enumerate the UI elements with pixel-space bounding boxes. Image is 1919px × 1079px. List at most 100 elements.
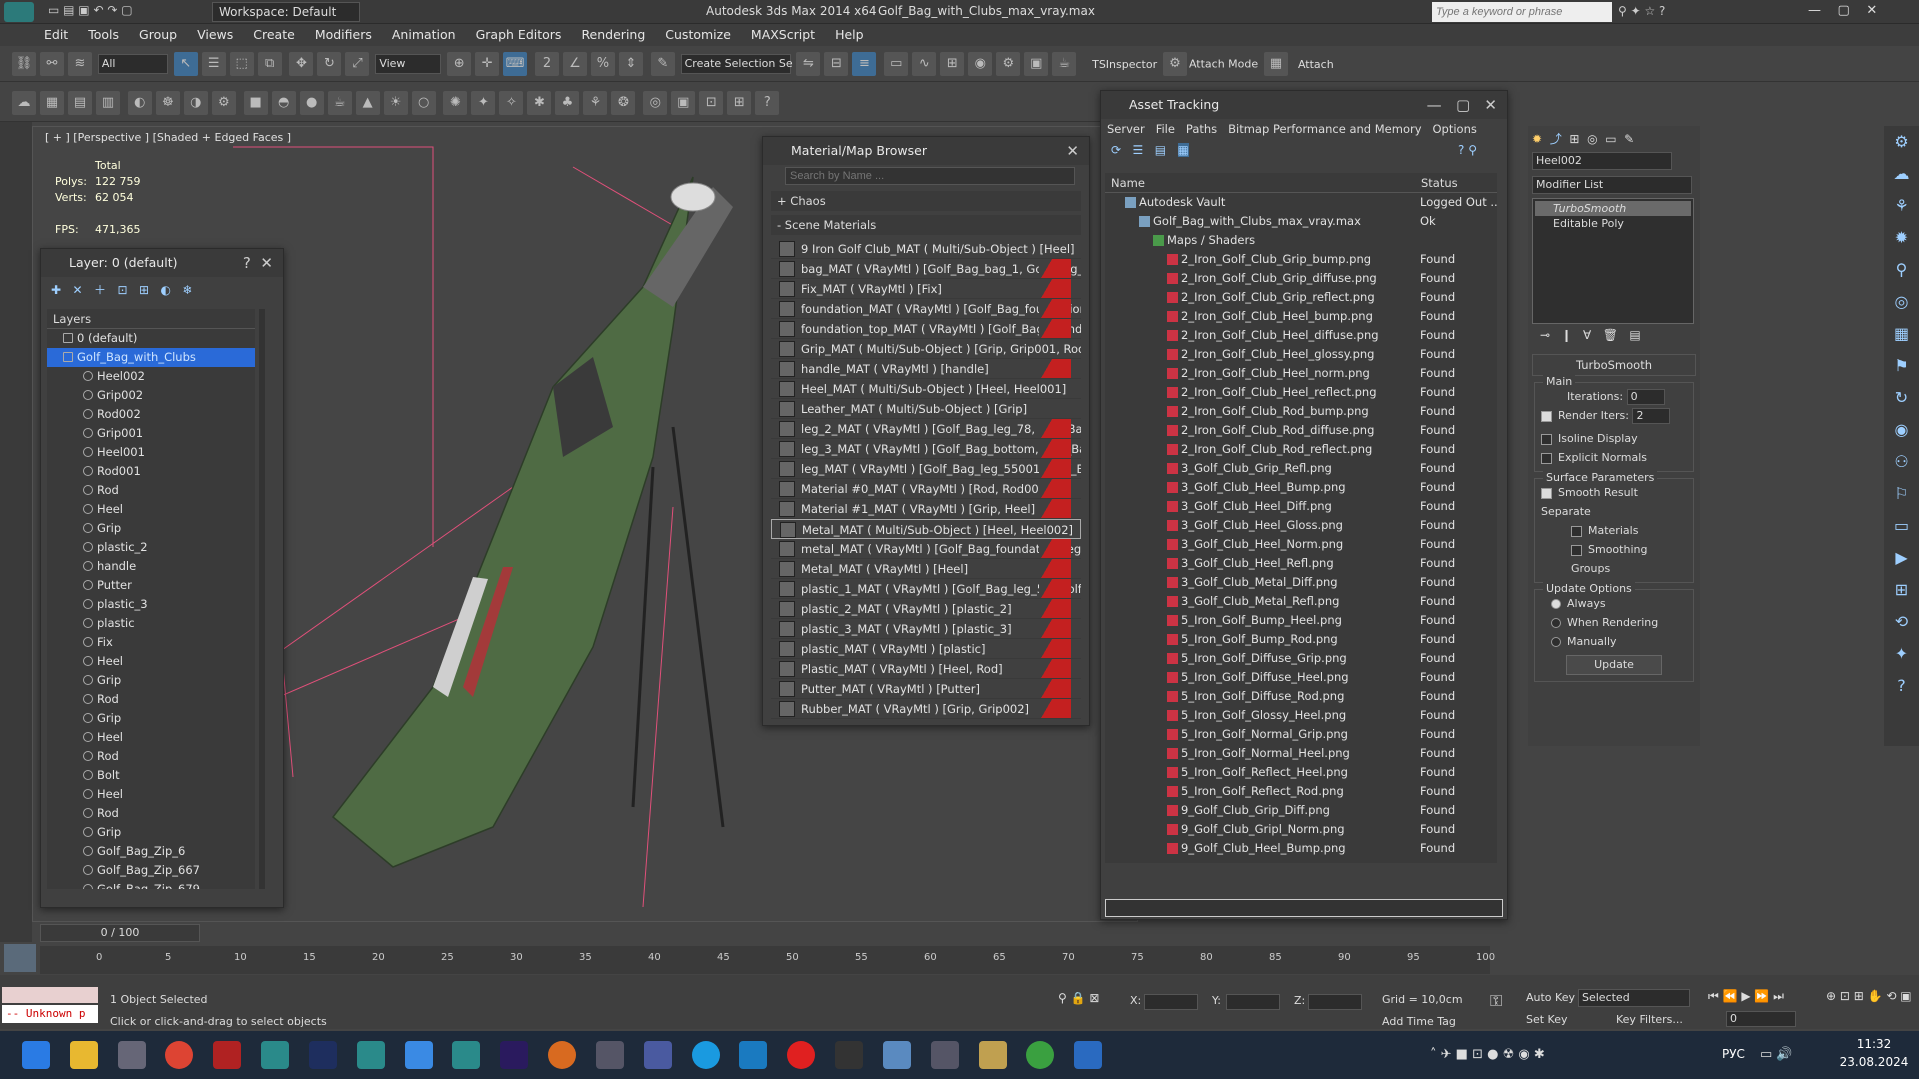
- layer-row[interactable]: Putter: [47, 576, 255, 595]
- layer-row[interactable]: Heel002: [47, 367, 255, 386]
- asset-row[interactable]: 2_Iron_Golf_Club_Heel_diffuse.png Found: [1105, 326, 1497, 345]
- col-name-header[interactable]: Name: [1111, 173, 1145, 193]
- material-item[interactable]: foundation_top_MAT ( VRayMtl ) [Golf_Bag…: [771, 319, 1081, 339]
- mini-curve-icon[interactable]: [4, 944, 36, 972]
- layer-row[interactable]: Bolt: [47, 766, 255, 785]
- yandex-icon[interactable]: [787, 1041, 816, 1069]
- layer-row[interactable]: Rod: [47, 747, 255, 766]
- 3dsmax-icon-3[interactable]: [452, 1041, 481, 1069]
- modify-tab-icon[interactable]: ⤴: [1550, 132, 1562, 146]
- time-slider[interactable]: 0 / 100: [40, 924, 200, 942]
- menu-edit[interactable]: Edit: [0, 24, 78, 45]
- material-item[interactable]: metal_MAT ( VRayMtl ) [Golf_Bag_foundati…: [771, 539, 1081, 559]
- rect-selection-icon[interactable]: ⬚: [229, 52, 254, 76]
- rail-icon-15[interactable]: ⊞: [1884, 574, 1919, 606]
- photoshop-icon[interactable]: [308, 1041, 337, 1069]
- material-item[interactable]: leg_3_MAT ( VRayMtl ) [Golf_Bag_bottom, …: [771, 439, 1081, 459]
- toolbar-icon-16[interactable]: ▣: [671, 91, 696, 115]
- render-setup-icon[interactable]: ⚙: [996, 52, 1021, 76]
- checker-icon[interactable]: ▦: [1263, 52, 1288, 76]
- material-item[interactable]: Metal_MAT ( Multi/Sub-Object ) [Heel, He…: [771, 519, 1081, 539]
- asset-row[interactable]: 5_Iron_Golf_Bump_Rod.png Found: [1105, 630, 1497, 649]
- archive-icon[interactable]: [643, 1041, 672, 1069]
- angle-snap-icon[interactable]: ∠: [562, 52, 587, 76]
- toolbar-icon-7[interactable]: ◑: [183, 91, 208, 115]
- material-item[interactable]: bag_MAT ( VRayMtl ) [Golf_Bag_bag_1, Gol…: [771, 259, 1081, 279]
- asset-row[interactable]: 3_Golf_Club_Metal_Diff.png Found: [1105, 573, 1497, 592]
- ref-coord-dropdown[interactable]: View: [375, 54, 442, 74]
- asset-row[interactable]: 2_Iron_Golf_Club_Grip_reflect.png Found: [1105, 288, 1497, 307]
- list-view-icon[interactable]: ☰: [1133, 143, 1144, 157]
- utilities-tab-icon[interactable]: ✎: [1624, 132, 1634, 146]
- notepad-icon[interactable]: [404, 1041, 433, 1069]
- layer-row[interactable]: plastic_2: [47, 538, 255, 557]
- stack-turbosmooth[interactable]: TurboSmooth: [1535, 201, 1691, 216]
- rail-icon-1[interactable]: ⚙: [1884, 126, 1919, 158]
- toolbar-icon-12[interactable]: ✱: [527, 91, 552, 115]
- menu-options[interactable]: Options: [1433, 122, 1477, 136]
- playback-controls[interactable]: ⏮ ⏪ ▶ ⏩ ⏭: [1708, 989, 1784, 1004]
- display-tab-icon[interactable]: ▭: [1605, 132, 1616, 146]
- material-item[interactable]: Putter_MAT ( VRayMtl ) [Putter]: [771, 679, 1081, 699]
- scale-icon[interactable]: ⤢: [345, 52, 370, 76]
- material-search-input[interactable]: [785, 167, 1075, 185]
- toolbar-icon-14[interactable]: ❂: [611, 91, 636, 115]
- system-tray-icons[interactable]: ˄ ✈ ■ ⊡ ● ☢ ◉ ✱: [1430, 1047, 1545, 1062]
- key-filters-button[interactable]: Key Filters...: [1616, 1013, 1683, 1026]
- tsinspector-label[interactable]: TSInspector: [1092, 58, 1157, 71]
- asset-row[interactable]: 5_Iron_Golf_Reflect_Rod.png Found: [1105, 782, 1497, 801]
- highlight-layer-icon[interactable]: ⊞: [139, 283, 149, 297]
- asset-row[interactable]: 3_Golf_Club_Grip_Refl.png Found: [1105, 459, 1497, 478]
- refresh-icon[interactable]: ⟳: [1111, 143, 1121, 157]
- material-item[interactable]: leg_2_MAT ( VRayMtl ) [Golf_Bag_leg_78, …: [771, 419, 1081, 439]
- layer-row[interactable]: Heel001: [47, 443, 255, 462]
- 3dsmax-icon-1[interactable]: [261, 1041, 290, 1069]
- menu-group[interactable]: Group: [129, 24, 187, 45]
- turbosmooth-rollout-header[interactable]: TurboSmooth: [1532, 354, 1696, 376]
- asset-row[interactable]: 5_Iron_Golf_Reflect_Heel.png Found: [1105, 763, 1497, 782]
- asset-row[interactable]: 9_Golf_Club_Grip_Diff.png Found: [1105, 801, 1497, 820]
- material-item[interactable]: 9 Iron Golf Club_MAT ( Multi/Sub-Object …: [771, 239, 1081, 259]
- asset-row[interactable]: 9_Golf_Club_Heel_Bump.png Found: [1105, 839, 1497, 858]
- rail-icon-7[interactable]: ▦: [1884, 318, 1919, 350]
- add-to-layer-icon[interactable]: ＋: [94, 283, 106, 297]
- fur-icon[interactable]: ♣: [555, 91, 580, 115]
- light-icon[interactable]: ○: [411, 91, 436, 115]
- clock-date[interactable]: 23.08.2024: [1834, 1055, 1914, 1069]
- remove-modifier-icon[interactable]: 🗑: [1603, 328, 1618, 342]
- bind-space-warp-icon[interactable]: ≋: [68, 52, 92, 76]
- menu-tools[interactable]: Tools: [78, 24, 129, 45]
- folder-app-icon[interactable]: [978, 1041, 1007, 1069]
- stack-editable-poly[interactable]: Editable Poly: [1535, 216, 1691, 231]
- close-icon[interactable]: ✕: [1066, 137, 1079, 165]
- isoline-checkbox[interactable]: [1541, 433, 1552, 445]
- asset-row[interactable]: 2_Iron_Golf_Club_Rod_bump.png Found: [1105, 402, 1497, 421]
- app-g-icon[interactable]: [548, 1041, 577, 1069]
- layer-row[interactable]: Rod: [47, 804, 255, 823]
- menu-maxscript[interactable]: MAXScript: [741, 24, 825, 45]
- asset-row[interactable]: 3_Golf_Club_Heel_Diff.png Found: [1105, 497, 1497, 516]
- curve-editor-icon[interactable]: ∿: [912, 52, 937, 76]
- snaps-icon[interactable]: 2: [534, 52, 559, 76]
- edit-named-sel-icon[interactable]: ✎: [650, 52, 675, 76]
- 3dsmax-icon-2[interactable]: [356, 1041, 385, 1069]
- asset-row[interactable]: 9_Golf_Club_Gripl_Norm.png Found: [1105, 820, 1497, 839]
- rotate-icon[interactable]: ↻: [317, 52, 342, 76]
- asset-row[interactable]: 5_Iron_Golf_Diffuse_Heel.png Found: [1105, 668, 1497, 687]
- language-indicator[interactable]: РУС: [1722, 1047, 1745, 1061]
- asset-row[interactable]: 5_Iron_Golf_Diffuse_Grip.png Found: [1105, 649, 1497, 668]
- layer-row[interactable]: handle: [47, 557, 255, 576]
- menu-paths[interactable]: Paths: [1186, 122, 1217, 136]
- material-item[interactable]: plastic_2_MAT ( VRayMtl ) [plastic_2]: [771, 599, 1081, 619]
- rendered-frame-icon[interactable]: ▣: [1024, 52, 1049, 76]
- rail-icon-9[interactable]: ↻: [1884, 382, 1919, 414]
- edge-icon[interactable]: [691, 1041, 720, 1069]
- box-icon[interactable]: ■: [243, 91, 268, 115]
- asset-row[interactable]: 2_Iron_Golf_Club_Heel_norm.png Found: [1105, 364, 1497, 383]
- asset-row[interactable]: 5_Iron_Golf_Normal_Grip.png Found: [1105, 725, 1497, 744]
- material-item[interactable]: Rubber_MAT ( VRayMtl ) [Grip, Grip002]: [771, 699, 1081, 719]
- named-selection-dropdown[interactable]: Create Selection Se: [680, 54, 793, 74]
- asset-row[interactable]: 3_Golf_Club_Heel_Norm.png Found: [1105, 535, 1497, 554]
- viewport-nav-icons[interactable]: ⊕ ⊡ ⊞ ✋ ⟲ ▣: [1826, 989, 1912, 1003]
- rail-icon-11[interactable]: ⚇: [1884, 446, 1919, 478]
